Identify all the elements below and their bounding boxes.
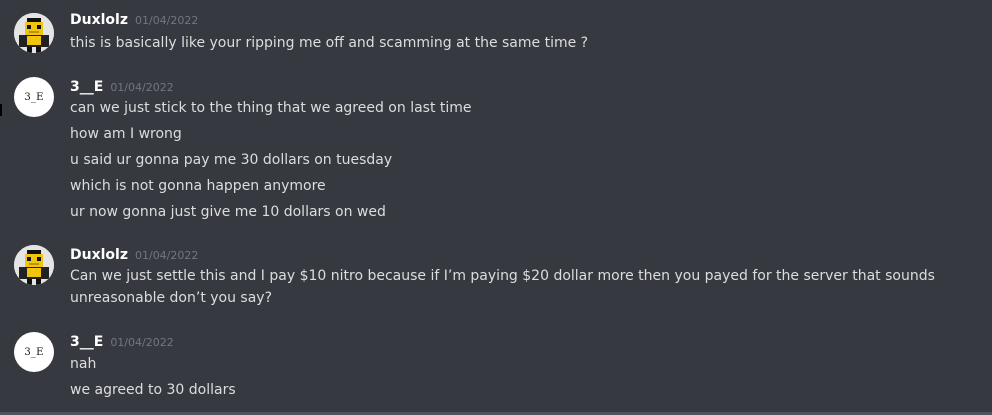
- username[interactable]: 3__E: [70, 334, 103, 350]
- pixel-character-icon[interactable]: [14, 245, 54, 285]
- message-group: 3_E 3__E 01/04/2022 can we just stick to…: [0, 77, 992, 227]
- avatar[interactable]: 3_E: [14, 332, 54, 372]
- message-text: can we just stick to the thing that we a…: [70, 100, 472, 116]
- username[interactable]: Duxlolz: [70, 247, 128, 263]
- message-text: Can we just settle this and I pay $10 ni…: [70, 268, 935, 306]
- message-group: 3_E 3__E 01/04/2022 nah we agreed to 30 …: [0, 332, 992, 402]
- timestamp: 01/04/2022: [110, 81, 174, 94]
- message-header: 3__E 01/04/2022: [70, 334, 174, 354]
- timestamp: 01/04/2022: [134, 249, 199, 262]
- pixel-character-icon[interactable]: [14, 13, 54, 53]
- message-text: which is not gonna happen anymore: [70, 178, 326, 194]
- message-header: Duxlolz 01/04/2022: [70, 247, 198, 267]
- avatar[interactable]: 3_E: [14, 77, 54, 117]
- chat-message-list: Duxlolz 01/04/2022 this is basically lik…: [0, 0, 992, 415]
- timestamp: 01/04/2022: [134, 14, 199, 27]
- username[interactable]: 3__E: [70, 79, 103, 95]
- message-group: Duxlolz 01/04/2022 Can we just settle th…: [0, 245, 992, 315]
- message-text: ur now gonna just give me 10 dollars on …: [70, 204, 386, 220]
- message-text: nah: [70, 356, 97, 372]
- message-text: how am I wrong: [70, 126, 182, 142]
- message-group: Duxlolz 01/04/2022 this is basically lik…: [0, 10, 992, 60]
- username[interactable]: Duxlolz: [70, 12, 128, 28]
- message-text: u said ur gonna pay me 30 dollars on tue…: [70, 152, 393, 168]
- message-text: we agreed to 30 dollars: [70, 382, 236, 398]
- message-header: Duxlolz 01/04/2022: [70, 12, 198, 32]
- timestamp: 01/04/2022: [110, 336, 174, 349]
- message-text: this is basically like your ripping me o…: [70, 35, 589, 51]
- message-header: 3__E 01/04/2022: [70, 79, 174, 99]
- cursor-icon: [0, 104, 5, 116]
